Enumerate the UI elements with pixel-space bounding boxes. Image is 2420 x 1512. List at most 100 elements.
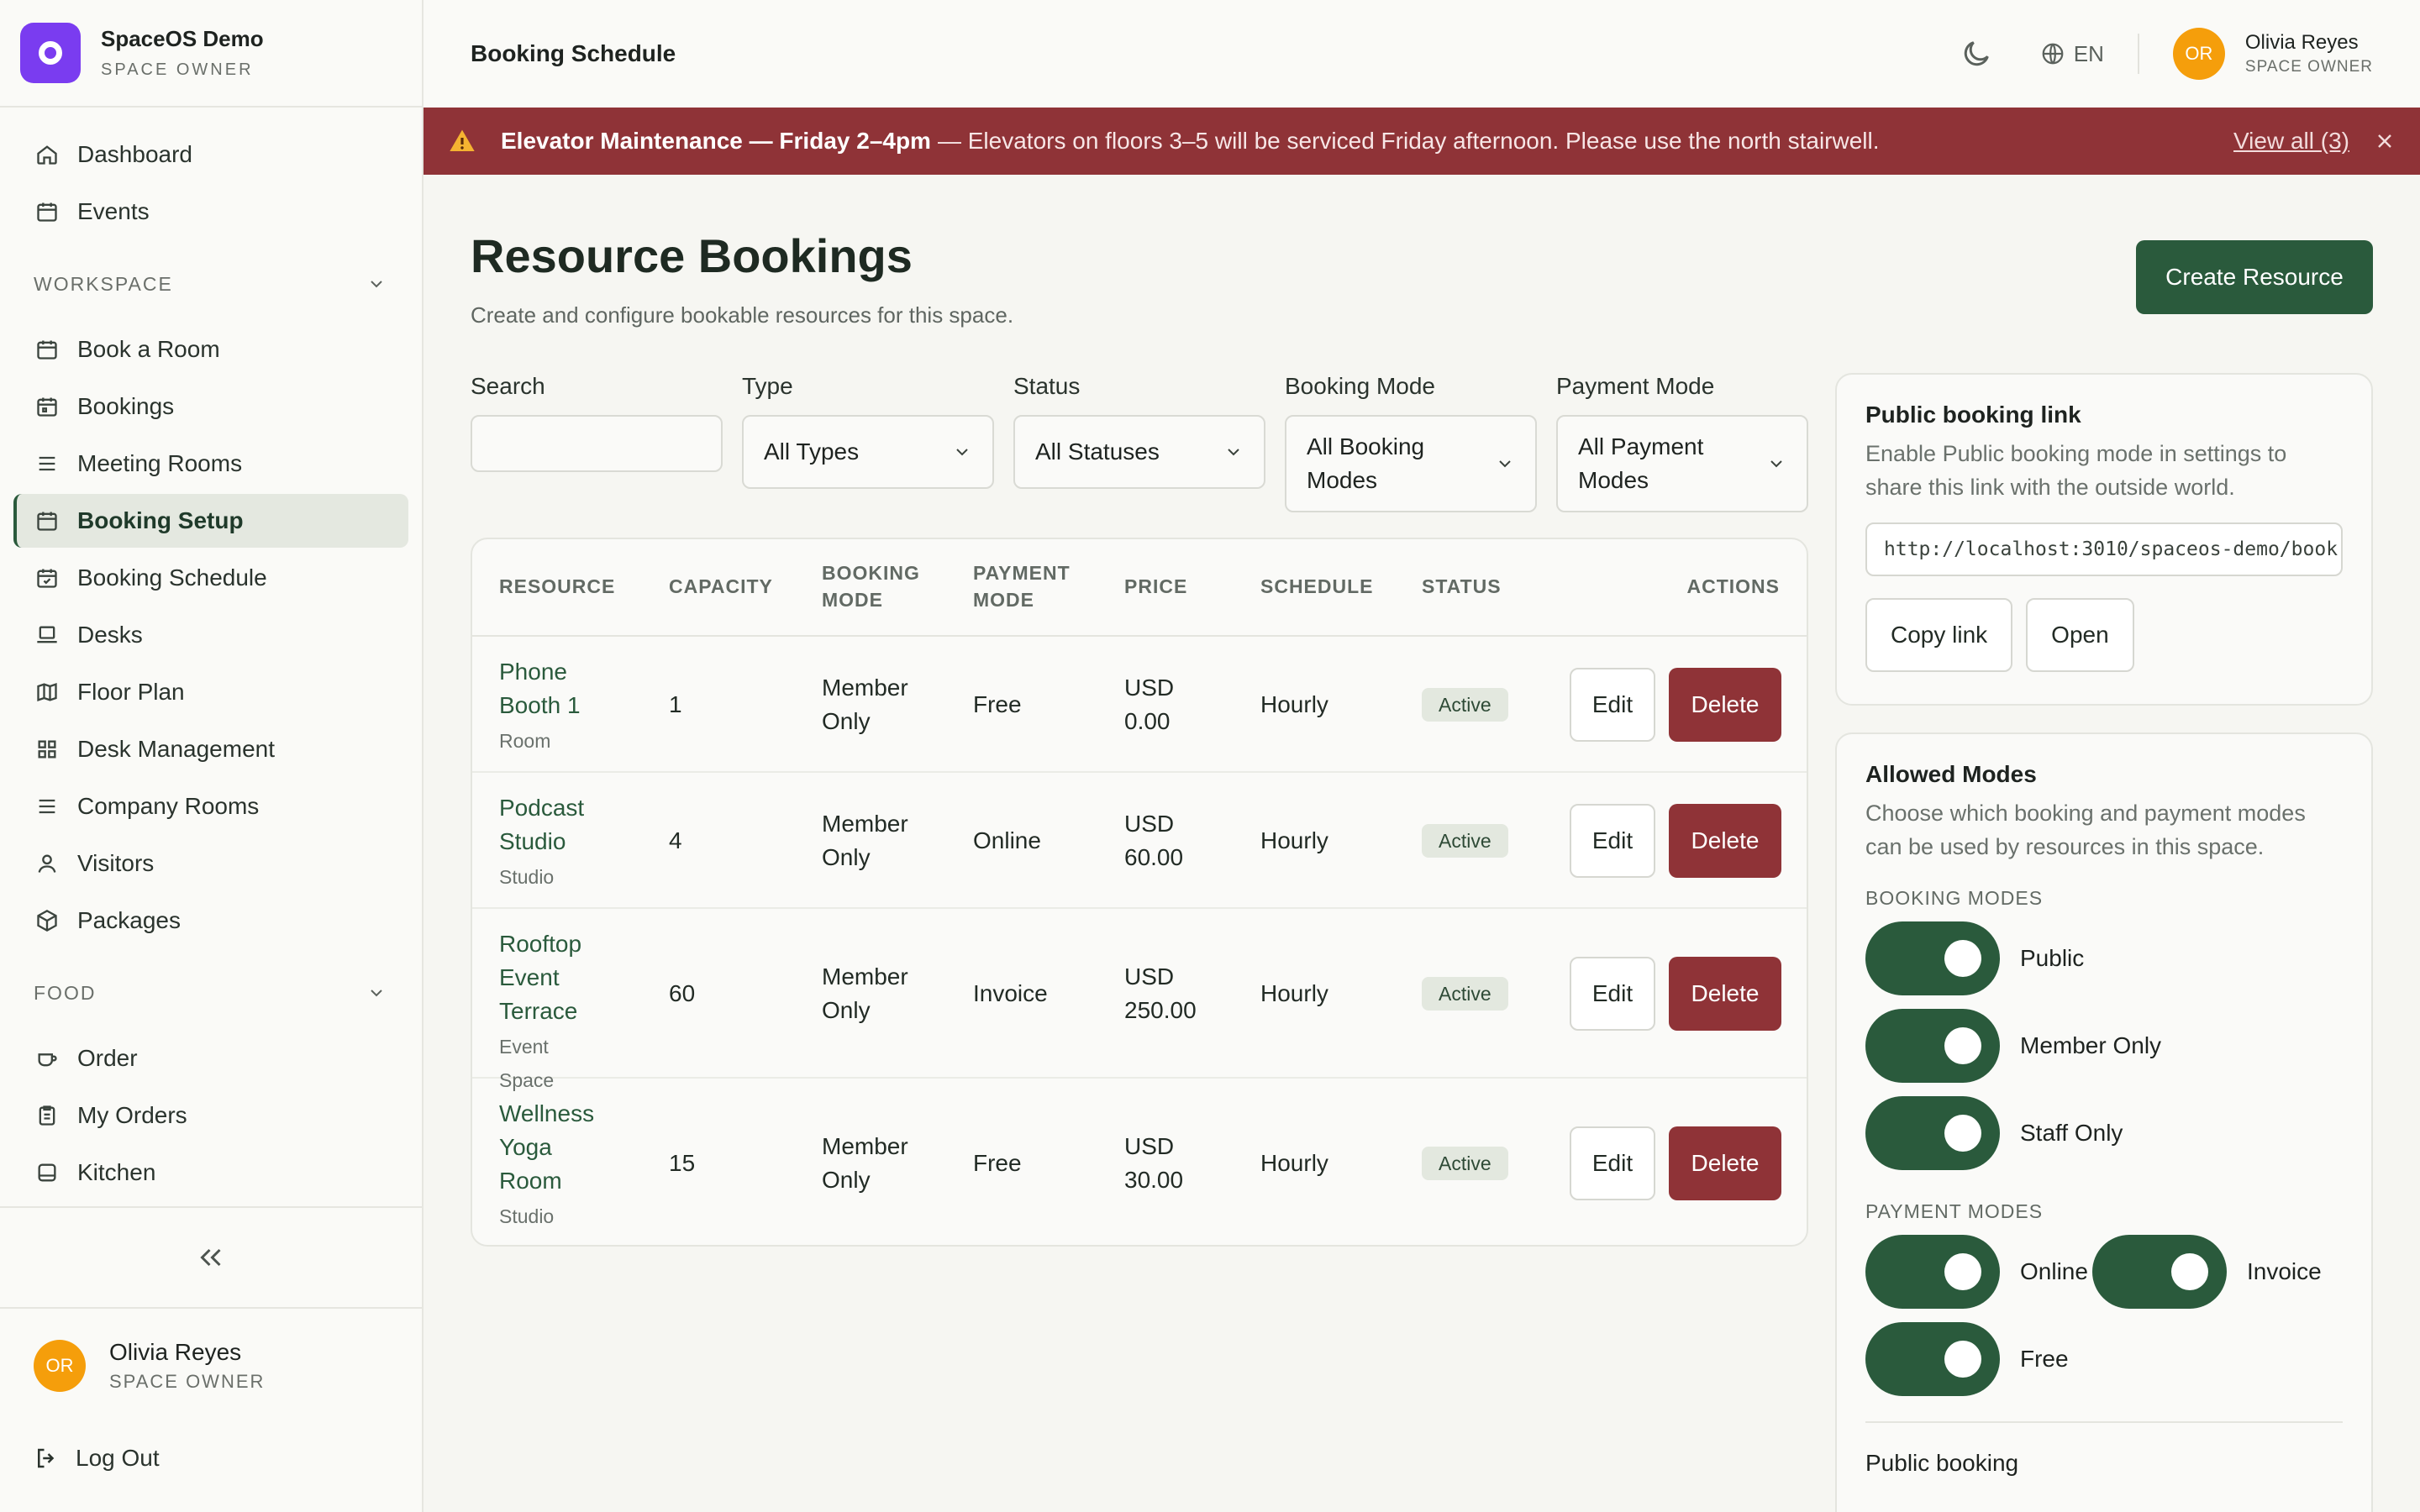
- member-only-toggle-switch[interactable]: [1865, 1009, 2000, 1083]
- price-cell: USD 30.00: [1124, 1133, 1184, 1193]
- sidebar-item-bookings[interactable]: Bookings: [13, 380, 408, 433]
- sidebar-item-book-a-room[interactable]: Book a Room: [13, 323, 408, 376]
- sidebar-item-company-rooms[interactable]: Company Rooms: [13, 780, 408, 833]
- booking-mode-cell: Member Only: [822, 811, 908, 870]
- sidebar-item-booking-schedule[interactable]: Booking Schedule: [13, 551, 408, 605]
- table-row[interactable]: Wellness Yoga Room Studio 15 Member Only…: [472, 1079, 1807, 1245]
- sidebar-item-label: Bookings: [77, 393, 175, 419]
- search-input[interactable]: [471, 415, 723, 472]
- schedule-cell: Hourly: [1260, 980, 1328, 1006]
- edit-button[interactable]: Edit: [1570, 957, 1655, 1031]
- calendar-check-icon: [37, 569, 57, 588]
- logout-button[interactable]: Log Out: [34, 1445, 160, 1472]
- chevron-down-icon: [1228, 449, 1239, 456]
- sidebar-item-desks[interactable]: Desks: [13, 608, 408, 662]
- view-all-announcements-link[interactable]: View all (3): [2233, 128, 2349, 155]
- resource-name-link[interactable]: Phone Booth 1: [499, 655, 600, 722]
- sidebar-user[interactable]: OR Olivia Reyes SPACE OWNER: [34, 1339, 265, 1393]
- public-link-field[interactable]: http://localhost:3010/spaceos-demo/book: [1865, 522, 2343, 576]
- payment-mode-cell: Free: [973, 1150, 1022, 1176]
- free-toggle-switch[interactable]: [1865, 1322, 2000, 1396]
- resource-cell: Podcast Studio Studio: [499, 791, 617, 894]
- collapse-sidebar-button[interactable]: [0, 1206, 422, 1309]
- edit-button[interactable]: Edit: [1570, 804, 1655, 878]
- announcement-banner: Elevator Maintenance — Friday 2–4pm — El…: [424, 108, 2420, 175]
- brand-header[interactable]: SpaceOS Demo SPACE OWNER: [0, 0, 422, 108]
- user-menu[interactable]: OR Olivia Reyes SPACE OWNER: [2172, 28, 2373, 80]
- sidebar-item-floor-plan[interactable]: Floor Plan: [13, 665, 408, 719]
- sidebar-item-order[interactable]: Order: [13, 1032, 408, 1085]
- user-role: SPACE OWNER: [2244, 58, 2373, 76]
- resource-name-link[interactable]: Podcast Studio: [499, 791, 617, 858]
- sidebar-item-my-orders[interactable]: My Orders: [13, 1089, 408, 1142]
- resource-cell: Phone Booth 1 Room: [499, 655, 600, 758]
- sidebar-item-booking-setup[interactable]: Booking Setup: [13, 494, 408, 548]
- booking-mode-select[interactable]: All Booking Modes: [1285, 415, 1537, 512]
- public-toggle-switch[interactable]: [1865, 921, 2000, 995]
- sidebar-item-label: Packages: [77, 907, 181, 933]
- sidebar-item-label: Kitchen: [77, 1159, 156, 1185]
- sidebar-item-packages[interactable]: Packages: [13, 894, 408, 948]
- map-icon: [37, 683, 57, 701]
- card-title: Allowed Modes: [1865, 761, 2037, 787]
- column-header-booking-mode[interactable]: BOOKING MODE: [822, 559, 939, 613]
- invoice-toggle-switch[interactable]: [2092, 1235, 2227, 1309]
- card-description: Enable Public booking mode in settings t…: [1865, 441, 2287, 500]
- sidebar-item-desk-management[interactable]: Desk Management: [13, 722, 408, 776]
- payment-mode-select[interactable]: All Payment Modes: [1556, 415, 1808, 512]
- sidebar-item-events[interactable]: Events: [13, 185, 408, 239]
- status-select[interactable]: All Statuses: [1013, 415, 1265, 489]
- delete-button[interactable]: Delete: [1669, 668, 1781, 742]
- filter-label: Booking Mode: [1285, 373, 1436, 399]
- delete-button[interactable]: Delete: [1669, 957, 1781, 1031]
- table-row[interactable]: Rooftop Event Terrace Event Space 60 Mem…: [472, 909, 1807, 1091]
- price-cell: USD 250.00: [1124, 963, 1197, 1023]
- resource-type: Studio: [499, 866, 555, 888]
- resource-cell: Wellness Yoga Room Studio: [499, 1097, 608, 1233]
- edit-button[interactable]: Edit: [1570, 1126, 1655, 1200]
- food-section-toggle[interactable]: FOOD: [13, 968, 408, 1018]
- capacity-cell: 60: [669, 980, 696, 1006]
- staff-only-toggle-switch[interactable]: [1865, 1096, 2000, 1170]
- create-resource-button[interactable]: Create Resource: [2136, 240, 2373, 314]
- delete-button[interactable]: Delete: [1669, 804, 1781, 878]
- booking-mode-cell: Member Only: [822, 963, 908, 1023]
- resource-name-link[interactable]: Rooftop Event Terrace: [499, 927, 600, 1028]
- brand-role: SPACE OWNER: [101, 60, 254, 79]
- moon-icon[interactable]: [1960, 37, 1993, 71]
- toggle-free: Free: [1865, 1322, 2343, 1396]
- column-header-resource[interactable]: RESOURCE: [499, 573, 615, 600]
- resource-name-link[interactable]: Wellness Yoga Room: [499, 1097, 608, 1198]
- calendar-icon: [37, 202, 57, 222]
- workspace-section-toggle[interactable]: WORKSPACE: [13, 259, 408, 309]
- column-header-status[interactable]: STATUS: [1422, 573, 1502, 600]
- open-link-button[interactable]: Open: [2026, 598, 2134, 672]
- copy-link-button[interactable]: Copy link: [1865, 598, 2013, 672]
- language-switcher[interactable]: EN: [2040, 41, 2104, 67]
- page-breadcrumb: Booking Schedule: [471, 40, 676, 66]
- chevron-down-icon: [956, 449, 968, 456]
- chevron-down-icon: [371, 281, 382, 288]
- sidebar-item-kitchen[interactable]: Kitchen: [13, 1146, 408, 1200]
- allowed-modes-card: Allowed Modes Choose which booking and p…: [1835, 732, 2373, 1512]
- column-header-payment-mode[interactable]: PAYMENT MODE: [973, 559, 1091, 613]
- booking-mode-cell: Member Only: [822, 675, 908, 734]
- resource-type: Room: [499, 730, 551, 752]
- column-header-capacity[interactable]: CAPACITY: [669, 573, 773, 600]
- public-link-card: Public booking link Enable Public bookin…: [1835, 373, 2373, 706]
- delete-button[interactable]: Delete: [1669, 1126, 1781, 1200]
- column-header-price[interactable]: PRICE: [1124, 573, 1187, 600]
- sidebar-item-meeting-rooms[interactable]: Meeting Rooms: [13, 437, 408, 491]
- sidebar-item-dashboard[interactable]: Dashboard: [13, 128, 408, 181]
- close-icon[interactable]: [2375, 131, 2395, 151]
- table-row[interactable]: Phone Booth 1 Room 1 Member Only Free US…: [472, 637, 1807, 773]
- toggle-member-only: Member Only: [1865, 1009, 2343, 1083]
- column-header-schedule[interactable]: SCHEDULE: [1260, 573, 1374, 600]
- edit-button[interactable]: Edit: [1570, 668, 1655, 742]
- online-toggle-switch[interactable]: [1865, 1235, 2000, 1309]
- logout-icon: [38, 1448, 55, 1468]
- type-select[interactable]: All Types: [742, 415, 994, 489]
- table-row[interactable]: Podcast Studio Studio 4 Member Only Onli…: [472, 773, 1807, 909]
- sidebar-item-visitors[interactable]: Visitors: [13, 837, 408, 890]
- toggle-label: Free: [2020, 1346, 2069, 1372]
